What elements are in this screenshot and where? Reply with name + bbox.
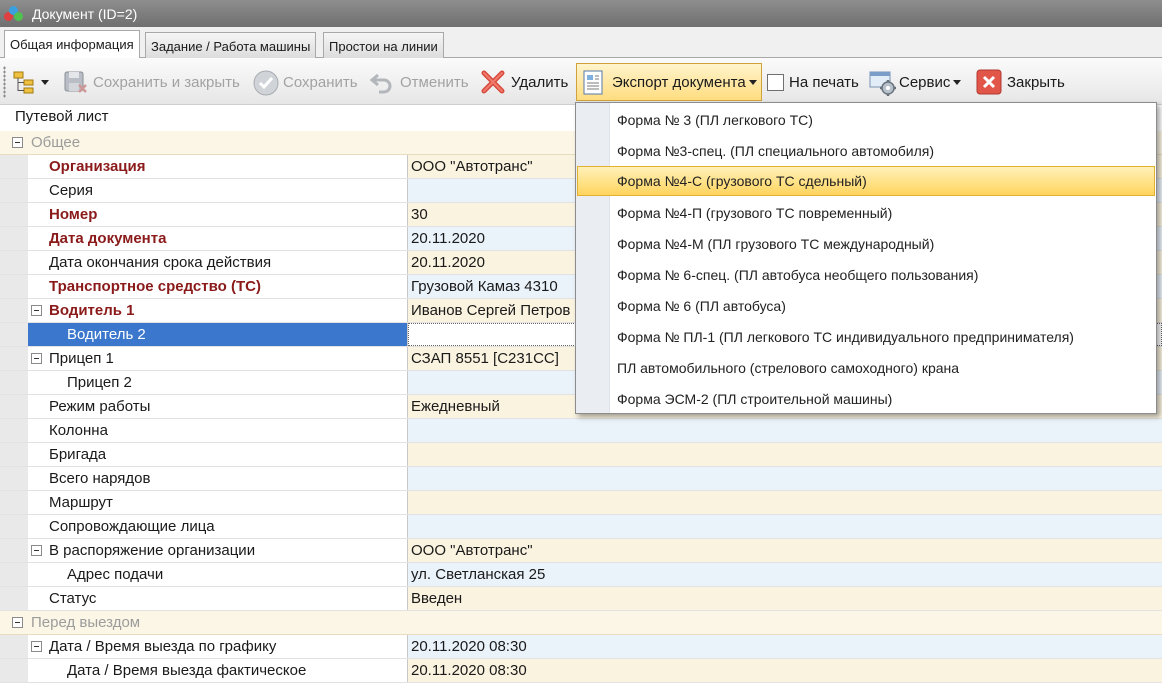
tree-view-button[interactable] — [12, 64, 49, 100]
property-value[interactable]: ул. Светланская 25 — [408, 563, 1162, 586]
property-name: Организация — [49, 158, 146, 175]
menu-item-form-pl-1[interactable]: Форма № ПЛ-1 (ПЛ легкового ТС индивидуал… — [577, 322, 1155, 352]
chevron-down-icon — [748, 79, 757, 85]
property-value[interactable]: 20.11.2020 08:30 — [408, 659, 1162, 682]
menu-item-form-6-spec[interactable]: Форма № 6-спец. (ПЛ автобуса необщего по… — [577, 260, 1155, 290]
property-name: Режим работы — [49, 398, 151, 415]
property-name: В распоряжение организации — [49, 542, 256, 559]
property-row[interactable]: Сопровождающие лица — [0, 515, 1162, 539]
close-label: Закрыть — [1007, 73, 1065, 91]
category-general-label: Общее — [31, 134, 81, 151]
property-row[interactable]: Всего нарядов — [0, 467, 1162, 491]
property-name: Колонна — [49, 422, 108, 439]
save-button[interactable]: Сохранить — [252, 64, 358, 100]
property-row[interactable]: Бригада — [0, 443, 1162, 467]
property-name: Статус — [49, 590, 97, 607]
tab-strip: Общая информация Задание / Работа машины… — [0, 27, 1162, 59]
property-name: Бригада — [49, 446, 107, 463]
toolbar-grip[interactable] — [3, 66, 6, 98]
property-value[interactable] — [408, 419, 1162, 442]
service-label: Сервис — [899, 73, 951, 91]
property-name: Всего нарядов — [49, 470, 151, 487]
menu-item-esm-2[interactable]: Форма ЭСМ-2 (ПЛ строительной машины) — [577, 384, 1155, 414]
save-and-close-label: Сохранить и закрыть — [93, 73, 240, 91]
property-row[interactable]: Колонна — [0, 419, 1162, 443]
property-name: Дата / Время выезда фактическое — [67, 662, 307, 679]
property-row[interactable]: Маршрут — [0, 491, 1162, 515]
property-row[interactable]: Дата / Время выезда по графику 20.11.202… — [0, 635, 1162, 659]
property-value[interactable]: 20.11.2020 08:30 — [408, 635, 1162, 658]
print-checkbox[interactable] — [767, 73, 784, 91]
menu-item-form-6[interactable]: Форма № 6 (ПЛ автобуса) — [577, 291, 1155, 321]
toolbar: Сохранить и закрыть Сохранить Отменить У… — [0, 58, 1162, 105]
property-name: Водитель 1 — [49, 302, 135, 319]
property-row[interactable]: Дата / Время выезда фактическое 20.11.20… — [0, 659, 1162, 683]
property-value[interactable]: ООО "Автотранс" — [408, 539, 1162, 562]
menu-item-form-3[interactable]: Форма № 3 (ПЛ легкового ТС) — [577, 105, 1155, 135]
property-name: Водитель 2 — [67, 326, 146, 343]
window-title: Документ (ID=2) — [32, 5, 138, 22]
property-name: Маршрут — [49, 494, 113, 511]
export-document-label: Экспорт документа — [612, 73, 746, 91]
property-name: Адрес подачи — [67, 566, 164, 583]
close-button[interactable]: Закрыть — [976, 64, 1065, 100]
property-name: Дата / Время выезда по графику — [49, 638, 277, 655]
save-label: Сохранить — [283, 73, 358, 91]
tree-icon — [12, 69, 38, 95]
property-name: Прицеп 1 — [49, 350, 114, 367]
property-row[interactable]: Статус Введен — [0, 587, 1162, 611]
delete-label: Удалить — [511, 73, 569, 91]
property-value[interactable]: Введен — [408, 587, 1162, 610]
property-row[interactable]: В распоряжение организации ООО "Автотран… — [0, 539, 1162, 563]
service-menu-button[interactable]: Сервис — [868, 64, 962, 100]
undo-icon — [369, 69, 395, 95]
print-checkbox-control[interactable]: На печать — [767, 64, 859, 100]
save-close-icon — [62, 69, 88, 95]
gear-window-icon — [868, 69, 896, 96]
property-name: Дата документа — [49, 230, 167, 247]
tab-general-info[interactable]: Общая информация — [4, 30, 140, 59]
collapse-icon[interactable] — [12, 617, 23, 628]
property-name: Прицеп 2 — [67, 374, 132, 391]
property-value[interactable] — [408, 467, 1162, 490]
tab-line-downtime[interactable]: Простои на линии — [323, 32, 444, 58]
close-icon — [976, 69, 1002, 95]
save-and-close-button[interactable]: Сохранить и закрыть — [62, 64, 240, 100]
property-name: Дата окончания срока действия — [49, 254, 272, 271]
property-name: Серия — [49, 182, 94, 199]
property-value[interactable] — [408, 443, 1162, 466]
menu-item-form-4m[interactable]: Форма №4-М (ПЛ грузового ТС международны… — [577, 229, 1155, 259]
collapse-icon[interactable] — [12, 137, 23, 148]
check-circle-icon — [252, 69, 279, 96]
menu-item-form-4p[interactable]: Форма №4-П (грузового ТС повременный) — [577, 198, 1155, 228]
print-checkbox-label: На печать — [789, 73, 859, 91]
property-row[interactable]: Адрес подачи ул. Светланская 25 — [0, 563, 1162, 587]
delete-button[interactable]: Удалить — [480, 64, 568, 100]
category-before-departure[interactable]: Перед выездом — [0, 611, 1162, 635]
menu-item-crane[interactable]: ПЛ автомобильного (стрелового самоходног… — [577, 353, 1155, 383]
cancel-label: Отменить — [400, 73, 469, 91]
property-name: Сопровождающие лица — [49, 518, 215, 535]
export-document-button[interactable]: Экспорт документа — [576, 63, 762, 101]
tab-task-machine-work[interactable]: Задание / Работа машины — [145, 32, 317, 58]
property-name: Транспортное средство (ТС) — [49, 278, 261, 295]
export-document-menu: Форма № 3 (ПЛ легкового ТС) Форма №3-спе… — [575, 102, 1157, 414]
app-icon — [4, 5, 24, 22]
title-bar: Документ (ID=2) — [0, 0, 1162, 27]
chevron-down-icon — [953, 79, 962, 85]
cancel-button[interactable]: Отменить — [369, 64, 469, 100]
menu-item-form-4c[interactable]: Форма №4-С (грузового ТС сдельный) — [577, 166, 1155, 196]
delete-x-icon — [480, 69, 506, 95]
chevron-down-icon — [41, 79, 49, 85]
property-name: Номер — [49, 206, 98, 223]
property-value[interactable] — [408, 515, 1162, 538]
property-value[interactable] — [408, 491, 1162, 514]
category-before-departure-label: Перед выездом — [31, 614, 141, 631]
menu-item-form-3-spec[interactable]: Форма №3-спец. (ПЛ специального автомоби… — [577, 136, 1155, 166]
document-export-icon — [581, 69, 607, 95]
